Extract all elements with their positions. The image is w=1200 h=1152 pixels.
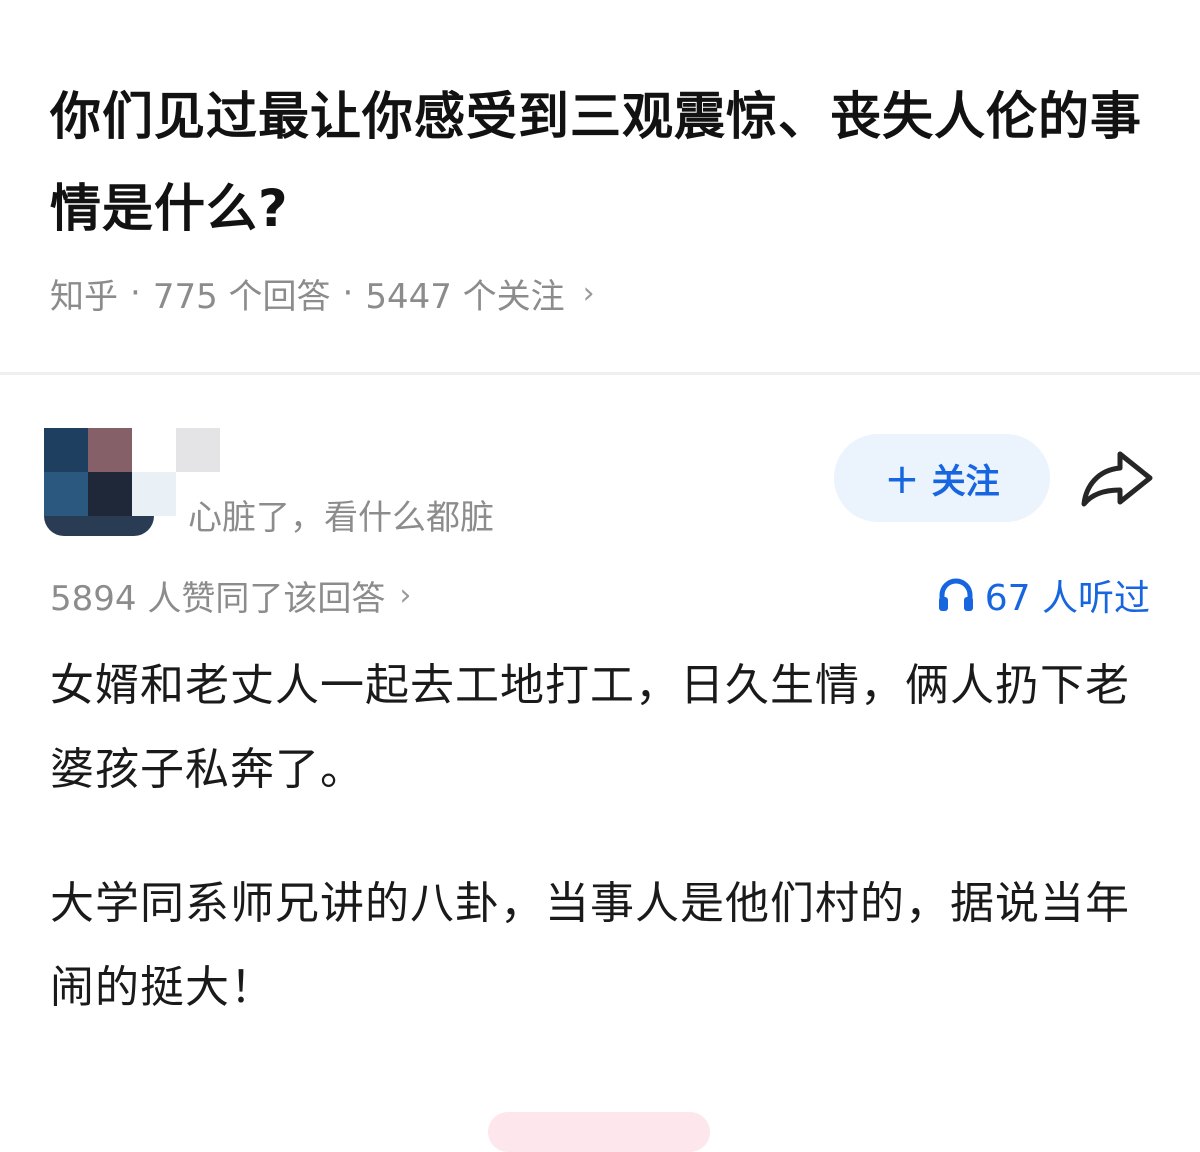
source-label: 知乎 [50, 276, 118, 317]
meta-separator: · [342, 273, 354, 313]
bottom-action-button[interactable] [488, 1112, 710, 1152]
chevron-right-icon: › [582, 275, 595, 311]
listened-text: 67 人听过 [984, 578, 1150, 619]
answer-paragraph: 大学同系师兄讲的八卦，当事人是他们村的，据说当年闹的挺大！ [50, 878, 1130, 1013]
follower-count: 5447 个关注 [365, 276, 565, 317]
chevron-right-icon: › [399, 577, 412, 613]
listen-count[interactable]: 67 人听过 [937, 570, 1150, 620]
share-arrow-icon[interactable] [1080, 448, 1154, 508]
votes-summary[interactable]: 5894 人赞同了该回答 › [50, 570, 411, 620]
plus-icon: + [884, 453, 920, 503]
author-signature: 心脏了，看什么都脏 [188, 498, 494, 538]
question-title[interactable]: 你们见过最让你感受到三观震惊、丧失人伦的事情是什么? [50, 72, 1150, 256]
meta-separator: · [130, 273, 141, 313]
headphones-icon [938, 578, 973, 611]
section-divider [0, 372, 1200, 375]
votes-text: 5894 人赞同了该回答 [50, 578, 386, 619]
question-meta[interactable]: 知乎 · 775 个回答 · 5447 个关注 › [50, 268, 595, 318]
answer-paragraph: 女婿和老丈人一起去工地打工，日久生情，俩人扔下老婆孩子私奔了。 [50, 660, 1130, 795]
answer-count: 775 个回答 [152, 276, 331, 317]
follow-button[interactable]: + 关注 [834, 434, 1050, 522]
follow-label: 关注 [931, 461, 1000, 502]
